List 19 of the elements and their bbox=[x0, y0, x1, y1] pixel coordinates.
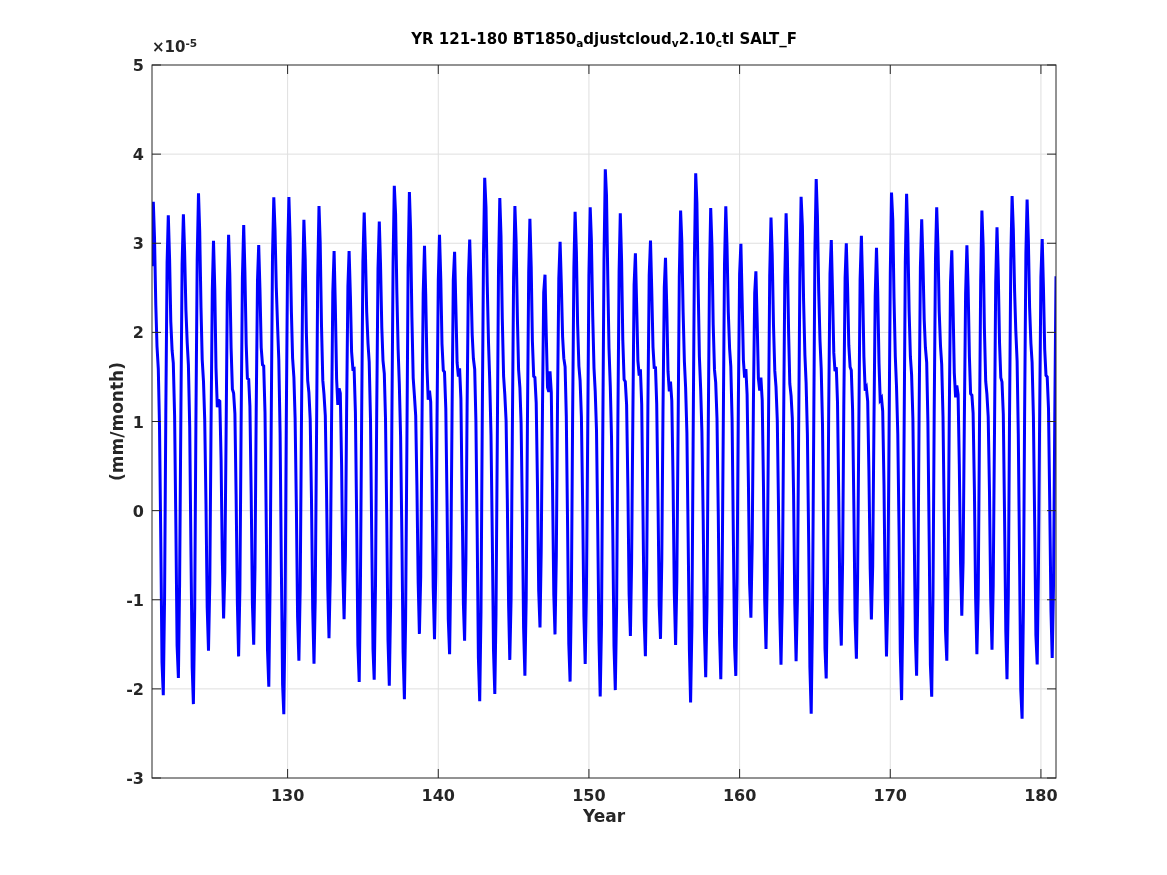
y-tick-label: 1 bbox=[132, 412, 144, 432]
y-tick-label: 0 bbox=[132, 501, 144, 521]
x-axis-label: Year bbox=[582, 806, 626, 826]
y-tick-label: -3 bbox=[126, 769, 144, 788]
x-tick-label: 170 bbox=[873, 786, 907, 805]
y-tick-label: 3 bbox=[132, 234, 144, 254]
x-tick-label: 150 bbox=[572, 786, 606, 805]
x-tick-label: 130 bbox=[270, 786, 305, 805]
x-tick-label: 140 bbox=[421, 786, 455, 805]
y-tick-label: 4 bbox=[132, 145, 144, 165]
y-axis-label: (mm/month) bbox=[107, 362, 127, 481]
chart-title: YR 121-180 BT1850$_{a}$djustcloud$_{v}$2.10$_{c}$tl SALT_F bbox=[411, 30, 797, 48]
x-tick-label: 180 bbox=[1024, 786, 1058, 805]
y-tick-label: -2 bbox=[126, 679, 144, 699]
axis-exponent-label: ×10$^{-5}$ bbox=[152, 38, 198, 56]
y-tick-label: 2 bbox=[132, 323, 144, 343]
x-tick-label: 160 bbox=[722, 786, 757, 805]
y-tick-label: -1 bbox=[126, 590, 144, 610]
y-tick-label: 5 bbox=[132, 56, 144, 75]
